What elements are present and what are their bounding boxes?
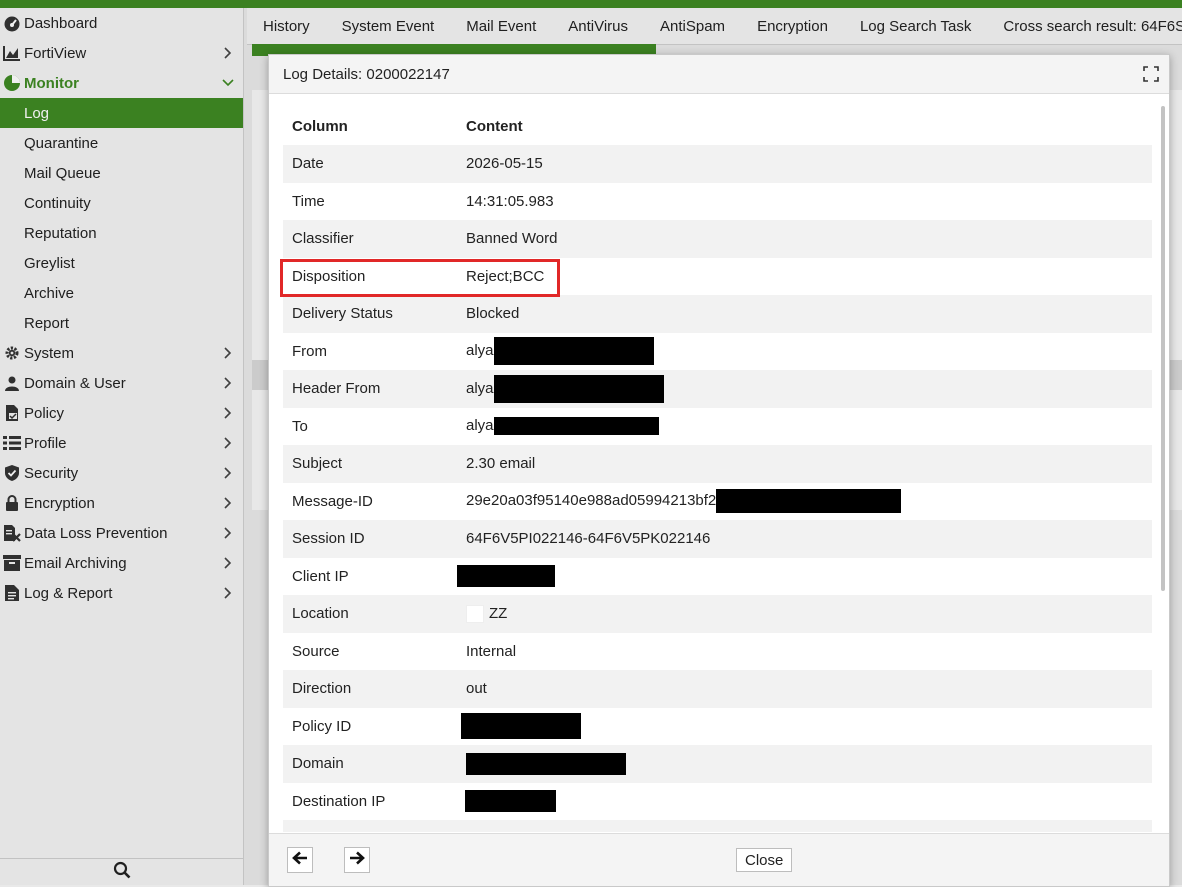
redacted-block [493,337,654,366]
next-button[interactable] [344,847,370,873]
table-row: Direction out [283,670,1152,708]
dialog-scrollbar[interactable] [1161,106,1165,591]
dialog-body: Column Content Date 2026-05-15 Time 14:31:… [269,94,1169,832]
table-row: From alya [283,333,1152,371]
log-details-dialog: Log Details: 0200022147 Column Content D… [268,54,1170,887]
table-row: Message-ID 29e20a03f95140e988ad05994213bf… [283,483,1152,521]
previous-button[interactable] [287,847,313,873]
table-row: Location ZZ [283,595,1152,633]
close-button[interactable]: Close [736,848,793,872]
content-header: Content [466,118,523,135]
redacted-block [461,713,581,740]
arrow-right-icon [349,851,365,869]
table-row: Disposition Reject;BCC [292,267,545,285]
table-row: Date 2026-05-15 [283,145,1152,183]
table-row: Domain [283,745,1152,783]
table-row: Destination IP [283,783,1152,821]
redacted-block [493,374,664,403]
table-row: Classifier Banned Word [283,220,1152,258]
table-row: Delivery Status Blocked [283,295,1152,333]
table-row: Session ID 64F6V5PI022146-64F6V5PK022146 [283,520,1152,558]
arrow-left-icon [292,851,308,869]
table-row: To alya [283,408,1152,446]
table-row: Policy ID [283,708,1152,746]
log-details-table: Column Content Date 2026-05-15 Time 14:31:… [283,108,1152,832]
table-row: Client IP [283,558,1152,596]
table-row: Subject 2.30 email [283,445,1152,483]
column-header: Column [292,118,348,135]
flag-icon [466,604,484,623]
maximize-icon[interactable] [1143,66,1159,82]
dialog-title: Log Details: 0200022147 [283,65,450,83]
table-row [283,820,1152,832]
redacted-block [493,417,659,436]
table-row: Time 14:31:05.983 [292,192,554,210]
dialog-header: Log Details: 0200022147 [269,55,1169,94]
redacted-block [465,790,556,813]
dialog-footer: Close [269,833,1169,886]
redacted-block [457,565,555,588]
redacted-block [716,489,902,514]
redacted-block [466,752,626,775]
table-row: Source Internal [292,642,517,660]
table-row: Header From alya [283,370,1152,408]
